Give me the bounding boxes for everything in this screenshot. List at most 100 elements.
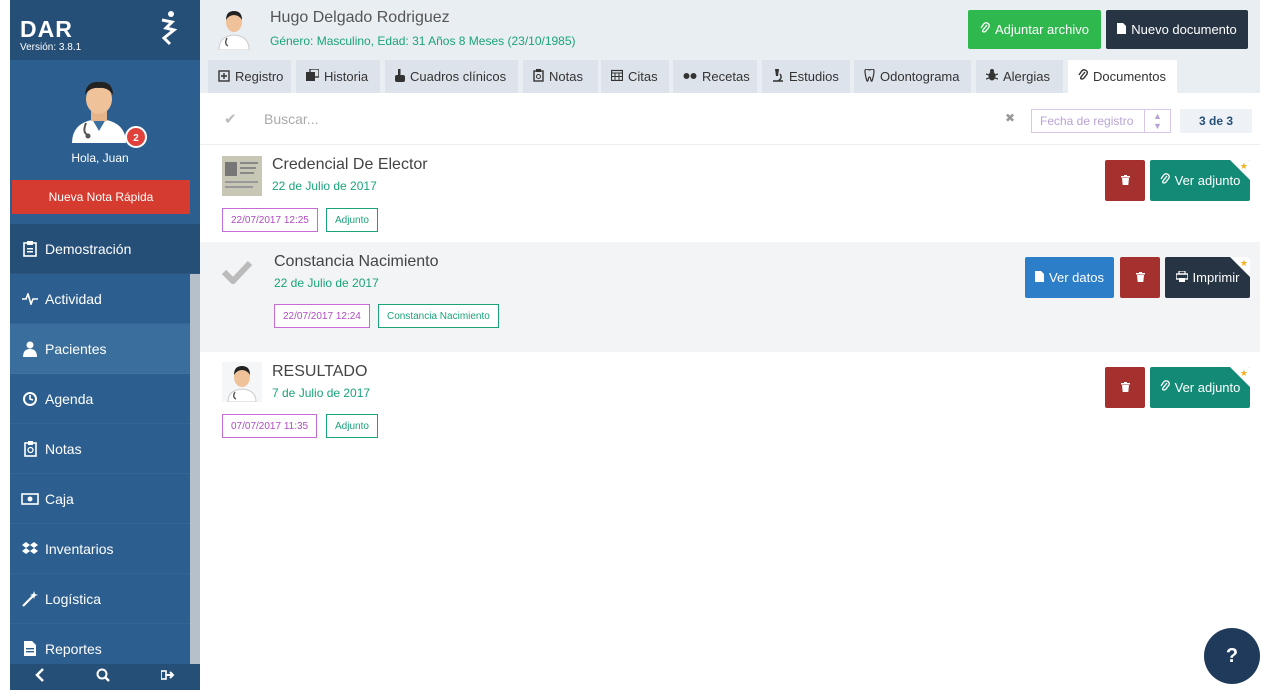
id-card-thumbnail[interactable] bbox=[222, 156, 262, 196]
tab-cuadros-clinicos[interactable]: Cuadros clínicos bbox=[385, 60, 518, 93]
tab-label: Citas bbox=[628, 69, 658, 84]
view-data-button[interactable]: Ver datos bbox=[1025, 257, 1114, 298]
tab-label: Documentos bbox=[1093, 69, 1166, 84]
select-all-check-icon[interactable]: ✔ bbox=[224, 110, 237, 128]
tab-alergias[interactable]: Alergias bbox=[976, 60, 1063, 93]
tab-registro[interactable]: Registro bbox=[208, 60, 291, 93]
user-icon bbox=[10, 341, 45, 357]
tab-citas[interactable]: Citas bbox=[601, 60, 669, 93]
document-row[interactable]: Credencial De Elector 22 de Julio de 201… bbox=[200, 146, 1260, 242]
attach-file-button[interactable]: Adjuntar archivo bbox=[968, 10, 1101, 49]
help-button[interactable]: ? bbox=[1204, 628, 1260, 684]
tab-label: Historia bbox=[324, 69, 369, 84]
sidebar-item-label: Demostración bbox=[45, 240, 132, 257]
new-document-label: Nuevo documento bbox=[1131, 22, 1237, 37]
app-logo[interactable]: DAR bbox=[20, 16, 73, 43]
timestamp-badge: 22/07/2017 12:24 bbox=[274, 304, 370, 328]
document-title[interactable]: Constancia Nacimiento bbox=[274, 253, 439, 271]
tab-label: Alergias bbox=[1003, 69, 1050, 84]
clear-search-icon[interactable]: ✖ bbox=[1005, 111, 1015, 125]
sidebar-footer bbox=[10, 664, 200, 690]
bug-icon bbox=[985, 69, 999, 84]
type-badge: Constancia Nacimiento bbox=[378, 304, 499, 328]
file-icon bbox=[1117, 22, 1127, 37]
sidebar-scrollbar[interactable] bbox=[190, 274, 200, 664]
document-row[interactable]: RESULTADO 7 de Julio de 2017 07/07/2017 … bbox=[200, 352, 1260, 448]
tab-label: Recetas bbox=[702, 69, 750, 84]
sidebar-item-label: Logística bbox=[45, 590, 102, 607]
tab-estudios[interactable]: Estudios bbox=[762, 60, 850, 93]
tab-notas[interactable]: Notas bbox=[523, 60, 598, 93]
clock-icon bbox=[10, 391, 45, 406]
logout-icon[interactable] bbox=[159, 668, 175, 686]
user-profile: 2 Hola, Juan bbox=[10, 60, 200, 173]
paperclip-icon bbox=[1078, 69, 1088, 84]
app-version: Versión: 3.8.1 bbox=[20, 42, 82, 53]
quick-note-button[interactable]: Nueva Nota Rápida bbox=[12, 180, 190, 214]
registro-icon bbox=[218, 69, 230, 85]
tab-label: Notas bbox=[549, 69, 583, 84]
document-title[interactable]: RESULTADO bbox=[272, 363, 367, 381]
tab-historia[interactable]: Historia bbox=[296, 60, 380, 93]
doctor-thumbnail[interactable] bbox=[222, 362, 262, 402]
document-date: 7 de Julio de 2017 bbox=[272, 386, 371, 400]
hand-icon bbox=[395, 68, 405, 85]
trash-icon bbox=[1135, 270, 1145, 285]
star-icon[interactable]: ★ bbox=[1240, 258, 1248, 269]
document-row[interactable]: Constancia Nacimiento 22 de Julio de 201… bbox=[200, 242, 1260, 352]
tab-label: Registro bbox=[235, 69, 284, 84]
view-attachment-button[interactable]: Ver adjunto ★ bbox=[1150, 160, 1250, 201]
notification-badge[interactable]: 2 bbox=[125, 126, 147, 148]
delete-button[interactable] bbox=[1120, 257, 1160, 298]
sidebar-item-logistica[interactable]: Logística bbox=[10, 574, 200, 624]
sort-caret-icon: ▲ ▼ bbox=[1144, 110, 1170, 132]
search-input[interactable] bbox=[264, 108, 864, 130]
view-data-label: Ver datos bbox=[1049, 270, 1104, 285]
money-icon bbox=[10, 492, 45, 505]
paperclip-icon bbox=[1160, 380, 1170, 395]
document-date: 22 de Julio de 2017 bbox=[272, 179, 377, 193]
brand-icon bbox=[161, 11, 178, 46]
view-attachment-button[interactable]: Ver adjunto ★ bbox=[1150, 367, 1250, 408]
document-date: 22 de Julio de 2017 bbox=[274, 276, 379, 290]
file-icon bbox=[1035, 270, 1045, 285]
patient-info: Género: Masculino, Edad: 31 Años 8 Meses… bbox=[270, 34, 576, 48]
tab-documentos[interactable]: Documentos bbox=[1068, 60, 1177, 93]
sidebar-item-inventarios[interactable]: Inventarios bbox=[10, 524, 200, 574]
date-filter-select[interactable]: Fecha de registro ▲ ▼ bbox=[1031, 109, 1171, 133]
star-icon[interactable]: ★ bbox=[1240, 161, 1248, 172]
sidebar-item-actividad[interactable]: Actividad bbox=[10, 274, 200, 324]
document-title[interactable]: Credencial De Elector bbox=[272, 156, 428, 174]
sidebar-item-notas[interactable]: Notas bbox=[10, 424, 200, 474]
tab-label: Estudios bbox=[789, 69, 839, 84]
dropbox-icon bbox=[10, 541, 45, 556]
search-icon[interactable] bbox=[96, 668, 110, 687]
sidebar-item-label: Actividad bbox=[45, 290, 102, 307]
file-icon bbox=[10, 641, 45, 656]
star-icon[interactable]: ★ bbox=[1240, 368, 1248, 379]
sidebar-item-caja[interactable]: Caja bbox=[10, 474, 200, 524]
calendar-icon bbox=[610, 69, 624, 84]
notes-icon bbox=[533, 68, 544, 85]
doctor-avatar[interactable] bbox=[68, 77, 130, 143]
delete-button[interactable] bbox=[1105, 367, 1145, 408]
tab-label: Cuadros clínicos bbox=[410, 69, 507, 84]
patient-tabs: Registro Historia Cuadros clínicos Notas… bbox=[200, 60, 1260, 93]
sidebar-item-pacientes[interactable]: Pacientes bbox=[10, 324, 200, 374]
check-icon[interactable] bbox=[221, 260, 253, 289]
trash-icon bbox=[1120, 173, 1130, 188]
microscope-icon bbox=[772, 68, 784, 85]
tab-odontograma[interactable]: Odontograma bbox=[854, 60, 971, 93]
new-document-button[interactable]: Nuevo documento bbox=[1106, 10, 1248, 49]
sidebar-header: DAR Versión: 3.8.1 bbox=[10, 0, 200, 60]
paperclip-icon bbox=[980, 22, 990, 37]
user-greeting: Hola, Juan bbox=[71, 151, 129, 165]
print-button[interactable]: Imprimir ★ bbox=[1165, 257, 1250, 298]
sidebar-item-agenda[interactable]: Agenda bbox=[10, 374, 200, 424]
delete-button[interactable] bbox=[1105, 160, 1145, 201]
sidebar-item-label: Agenda bbox=[45, 390, 94, 407]
tab-recetas[interactable]: Recetas bbox=[673, 60, 757, 93]
notes-icon bbox=[10, 440, 45, 457]
collapse-icon[interactable] bbox=[35, 667, 45, 687]
sidebar-item-demostracion[interactable]: Demostración bbox=[10, 224, 200, 274]
